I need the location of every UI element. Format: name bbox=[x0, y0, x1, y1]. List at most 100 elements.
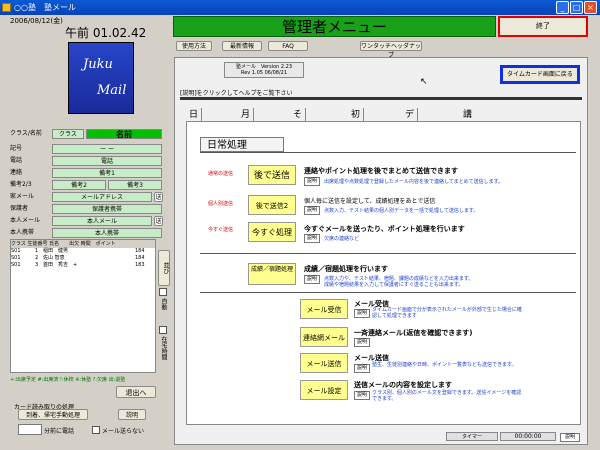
mail-settings-button[interactable]: メール設定 bbox=[300, 380, 348, 400]
field-row-selfmail: 本人メール 本人メール 送 bbox=[10, 216, 163, 226]
no-mail-checkbox[interactable] bbox=[92, 426, 100, 434]
grade-homework-button[interactable]: 成績／宿題処理 bbox=[248, 263, 296, 285]
student-list[interactable]: クラス 生徒番号 氏名 出欠 時間 ポイント S01 1 稲田 健男 184 S… bbox=[10, 239, 156, 373]
field-row-selfmobile: 本人携帯 本人携帯 bbox=[10, 228, 162, 238]
minutes-input[interactable] bbox=[18, 424, 42, 435]
contact-network-button[interactable]: 連絡網メール bbox=[300, 327, 348, 347]
field-label: 備考2/3 bbox=[10, 180, 50, 190]
date-text: 2006/08/12(金) bbox=[10, 17, 63, 25]
list-item[interactable]: S01 2 佐山 智恵 184 bbox=[11, 255, 155, 262]
logo-line2: Mail bbox=[97, 83, 127, 98]
version-line1: 塾メール Version 2.23 bbox=[235, 64, 293, 70]
send-self-mini-button[interactable]: 送 bbox=[154, 216, 163, 226]
student-list-header: クラス 生徒番号 氏名 出欠 時間 ポイント bbox=[11, 240, 155, 248]
list-number: 1 bbox=[35, 248, 39, 254]
auto-checkbox[interactable] bbox=[159, 288, 167, 296]
field-row-guardian: 保護者 保護者携帯 bbox=[10, 204, 162, 214]
section-divider bbox=[200, 292, 576, 293]
maximize-button[interactable]: □ bbox=[570, 1, 583, 14]
toolbar-news[interactable]: 最新情報 bbox=[222, 41, 262, 51]
stay-checkbox[interactable] bbox=[159, 326, 167, 334]
grade-desc: 成績／宿題処理を行います bbox=[304, 265, 388, 273]
class-value: クラス bbox=[52, 129, 84, 139]
section-divider bbox=[200, 253, 576, 254]
exit-button[interactable]: 終了 bbox=[498, 16, 588, 37]
field-row-class: クラス/名前 クラス 名前 bbox=[10, 129, 162, 139]
exit-list-button[interactable]: 退出へ bbox=[116, 386, 156, 398]
window-titlebar: ○○塾 塾メール bbox=[0, 0, 600, 15]
self-mobile-value: 本人携帯 bbox=[52, 228, 162, 238]
card-help-button[interactable]: 説明 bbox=[118, 409, 146, 420]
field-row-mail: 家メール メールアドレス 送 bbox=[10, 192, 163, 202]
send-now-button[interactable]: 今すぐ処理 bbox=[248, 222, 296, 242]
field-row-phone: 電話 電話 bbox=[10, 156, 162, 166]
contact-network-desc: 一斉連絡メール(返信を確認できます) bbox=[354, 329, 473, 337]
toolbar-onetouch[interactable]: ワンタッチヘッダナップ bbox=[360, 41, 422, 59]
window-title: ○○塾 塾メール bbox=[14, 3, 76, 12]
section-divider bbox=[200, 152, 576, 153]
row2-sub: 点数入力、テスト結果の個人別データを一括で処理して送信します。 bbox=[324, 208, 479, 214]
row1-tag: 通常の送信 bbox=[208, 171, 234, 177]
send-later-button[interactable]: 後で送信 bbox=[248, 165, 296, 185]
mail-send-help[interactable]: 説明 bbox=[354, 364, 370, 373]
version-line2: Rev 1.05 06/08/21 bbox=[240, 70, 288, 76]
mail-receive-sub: タイムカード画面で分が表示されたメールが外部で生じた場合に確認して処理できます bbox=[372, 307, 522, 319]
timer-help-button[interactable]: 説明 bbox=[560, 433, 580, 442]
field-label: 連絡 bbox=[10, 168, 50, 178]
list-name: 佐山 智恵 bbox=[43, 255, 65, 261]
field-label: 電話 bbox=[10, 156, 50, 166]
mail-receive-button[interactable]: メール受信 bbox=[300, 299, 348, 319]
card-option-button[interactable]: 到着、帰宅手動処理 bbox=[18, 409, 88, 420]
section-title: 日常処理 bbox=[200, 137, 284, 152]
send-mail-mini-button[interactable]: 送 bbox=[154, 192, 163, 202]
minimize-button[interactable]: _ bbox=[556, 1, 569, 14]
row3-desc: 今すぐメールを送ったり、ポイント処理を行います bbox=[304, 225, 465, 233]
row2-tag: 個人別送信 bbox=[208, 201, 234, 207]
row3-tag: 今すぐ送信 bbox=[208, 227, 234, 233]
field-label: 保護者 bbox=[10, 204, 50, 214]
list-item[interactable]: S01 1 稲田 健男 184 bbox=[11, 248, 155, 255]
row1-help-button[interactable]: 説明 bbox=[304, 177, 320, 186]
field-label: 記号 bbox=[10, 144, 50, 154]
row2-help-button[interactable]: 説明 bbox=[304, 206, 320, 215]
email-value: メールアドレス bbox=[52, 192, 152, 202]
toolbar-faq[interactable]: FAQ bbox=[268, 41, 308, 51]
send-later2-button[interactable]: 後で送信2 bbox=[248, 195, 296, 215]
row3-sub: 欠席の連絡など bbox=[324, 236, 360, 242]
field-row-contact: 連絡 備考1 bbox=[10, 168, 162, 178]
contact-network-help[interactable]: 説明 bbox=[354, 338, 370, 347]
help-hint: [説明]をクリックしてヘルプをご覧下さい bbox=[180, 90, 293, 97]
row3-help-button[interactable]: 説明 bbox=[304, 234, 320, 243]
status-legend: +:出席予定 #:出席済 !:休校 ※:休塾 ?:欠席 出:退塾 bbox=[10, 377, 126, 383]
list-class: S01 bbox=[11, 255, 21, 261]
tab-initial[interactable]: 初期設定 bbox=[348, 108, 365, 162]
tab-other[interactable]: その他設定 bbox=[290, 108, 307, 176]
field-label: 家メール bbox=[10, 192, 50, 202]
field-label: 本人携帯 bbox=[10, 228, 50, 238]
toolbar-usage[interactable]: 使用方法 bbox=[176, 41, 212, 51]
divider bbox=[180, 97, 582, 100]
tab-data[interactable]: データ処理 bbox=[402, 108, 419, 176]
list-item[interactable]: S01 3 首田 秀吉 + 183 bbox=[11, 262, 155, 269]
list-points: 183 bbox=[135, 262, 145, 268]
app-icon bbox=[2, 3, 11, 12]
version-box: 塾メール Version 2.23 Rev 1.05 06/08/21 bbox=[224, 62, 304, 78]
row1-sub: 出席処理や点数処理で登録したメール内容を後で連絡してまとめて送信します。 bbox=[324, 179, 504, 185]
mail-settings-help[interactable]: 説明 bbox=[354, 391, 370, 400]
list-class: S01 bbox=[11, 248, 21, 254]
row1-desc: 連絡やポイント処理を後でまとめて送信できます bbox=[304, 167, 458, 175]
field-label: 本人メール bbox=[10, 216, 50, 226]
tab-teacher[interactable]: 講師出勤 bbox=[460, 108, 475, 162]
stay-label: 在宅時間 bbox=[160, 336, 167, 360]
tab-daily[interactable]: 日常処理 bbox=[186, 108, 203, 162]
grade-help-button[interactable]: 説明 bbox=[304, 275, 320, 284]
timecard-button[interactable]: タイムカード画面に戻る bbox=[500, 65, 580, 84]
sort-side-tab[interactable]: 並び bbox=[158, 250, 170, 286]
no-mail-label: メール送らない bbox=[102, 428, 145, 435]
mail-receive-help[interactable]: 説明 bbox=[354, 309, 370, 318]
mail-send-button[interactable]: メール送信 bbox=[300, 353, 348, 373]
tab-monthly[interactable]: 月次処理 bbox=[238, 108, 255, 162]
note2-value: 備考2 bbox=[52, 180, 106, 190]
close-button[interactable]: × bbox=[584, 1, 597, 14]
timer-label: タイマー bbox=[446, 432, 498, 441]
